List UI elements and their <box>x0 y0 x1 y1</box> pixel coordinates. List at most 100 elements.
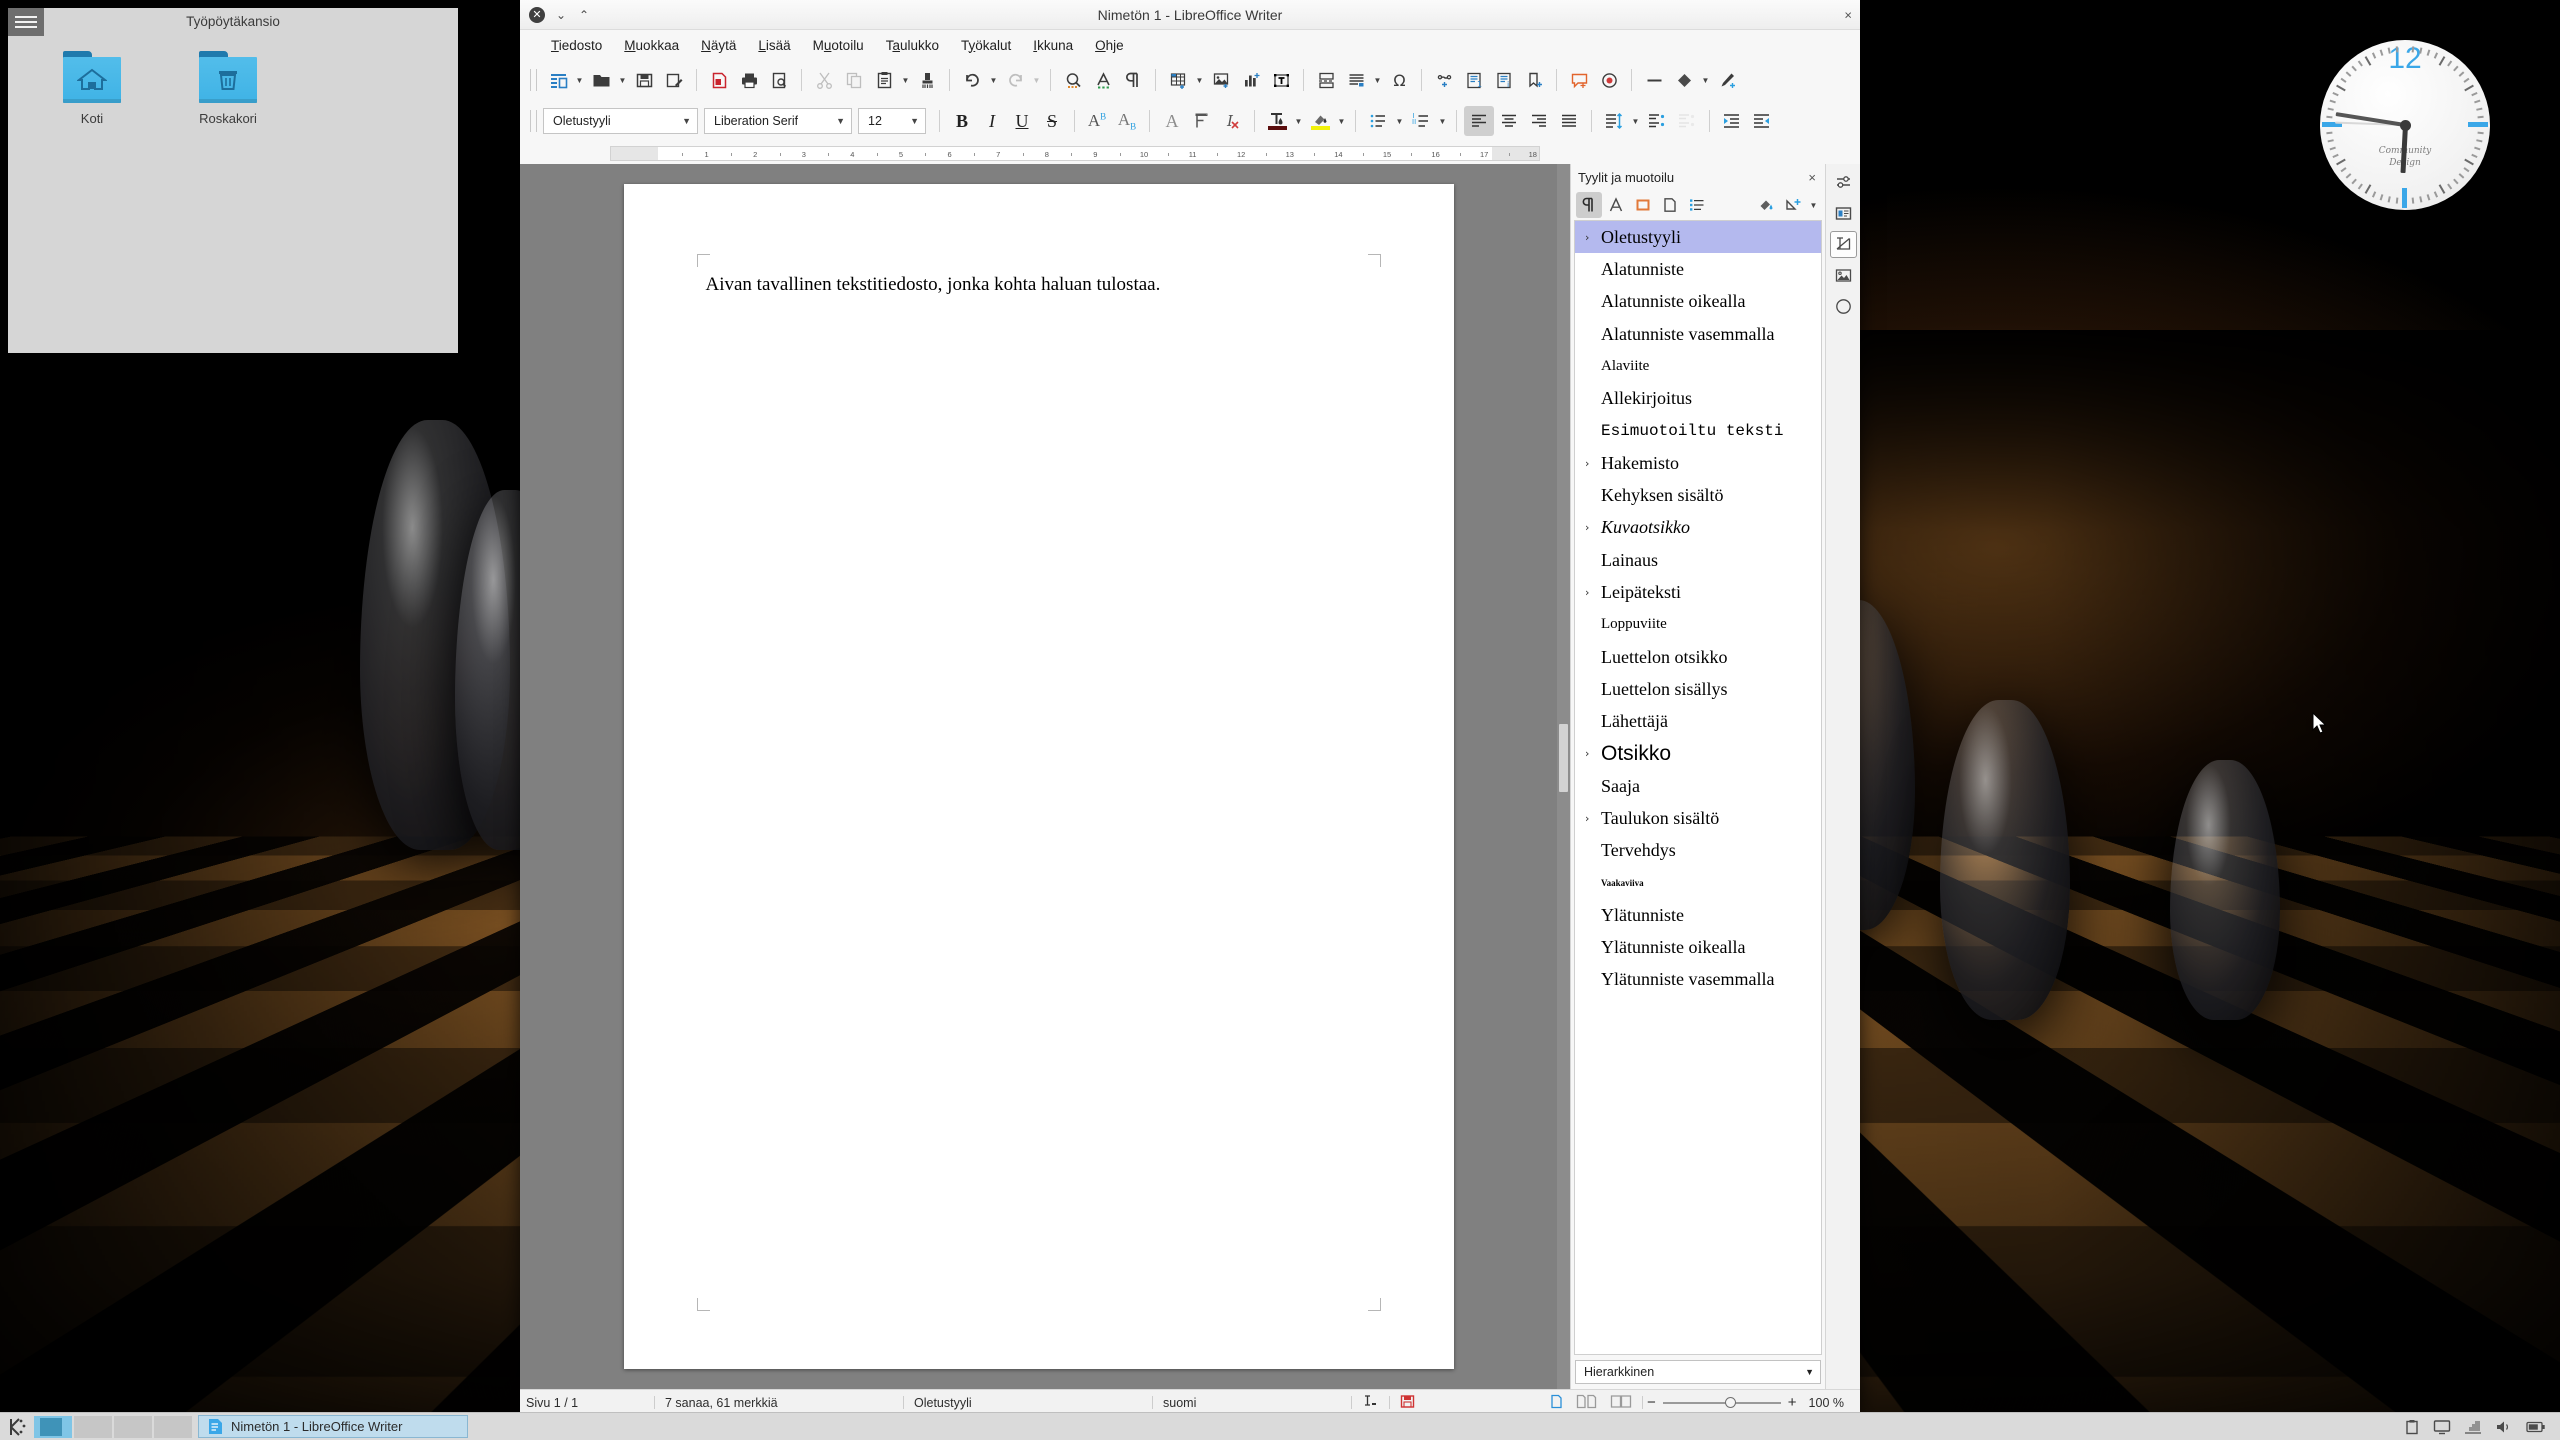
align-center-icon[interactable] <box>1494 106 1524 136</box>
chevron-down-icon[interactable]: ▼ <box>1805 1367 1814 1377</box>
line-spacing-dropdown-icon[interactable]: ▼ <box>1629 106 1642 136</box>
insert-field-icon[interactable] <box>1341 65 1371 95</box>
style-list-item[interactable]: › Hakemisto <box>1575 447 1821 479</box>
ordered-list-dropdown-icon[interactable]: ▼ <box>1436 106 1449 136</box>
kde-menu-icon[interactable] <box>0 1417 34 1437</box>
style-list-item[interactable]: ›Lähettäjä <box>1575 705 1821 737</box>
highlighting-color-icon[interactable] <box>1305 106 1335 136</box>
menu-item-tiedosto[interactable]: Tiedosto <box>540 34 613 57</box>
titlebar-close-x-icon[interactable]: × <box>1844 7 1852 22</box>
styles-sidebar-panel[interactable]: Tyylit ja muotoilu × ▼ › Oletustyyli Ala… <box>1570 164 1825 1389</box>
navigator-icon[interactable] <box>1830 293 1857 320</box>
virtual-desktop-2[interactable] <box>74 1415 112 1438</box>
bold-icon[interactable]: B <box>947 106 977 136</box>
style-list-item[interactable]: › Otsikko <box>1575 738 1821 770</box>
track-changes-icon[interactable] <box>1594 65 1624 95</box>
style-list-item[interactable]: › Oletustyyli <box>1575 221 1821 254</box>
clone-formatting-icon[interactable] <box>912 65 942 95</box>
align-right-icon[interactable] <box>1524 106 1554 136</box>
paragraph-styles-icon[interactable] <box>1576 192 1602 218</box>
desktop-icon-trash[interactable]: Roskakori <box>182 51 274 126</box>
chevron-right-icon[interactable]: › <box>1585 521 1598 534</box>
increase-paragraph-spacing-icon[interactable] <box>1642 106 1672 136</box>
spelling-icon[interactable] <box>1088 65 1118 95</box>
subscript-icon[interactable]: AB <box>1112 106 1142 136</box>
system-tray[interactable] <box>2404 1419 2560 1435</box>
volume-icon[interactable] <box>2495 1419 2513 1435</box>
open-file-icon[interactable] <box>586 65 616 95</box>
superscript-icon[interactable]: AB <box>1082 106 1112 136</box>
insert-text-box-icon[interactable] <box>1266 65 1296 95</box>
gallery-icon[interactable] <box>1830 262 1857 289</box>
zoom-out-button[interactable]: − <box>1647 1394 1656 1411</box>
text-selection-mode-icon[interactable] <box>1356 1394 1385 1411</box>
chevron-down-icon[interactable]: ▼ <box>675 116 691 126</box>
style-list-item[interactable]: ›Luettelon otsikko <box>1575 641 1821 673</box>
chevron-right-icon[interactable]: › <box>1585 812 1598 825</box>
taskbar[interactable]: Nimetön 1 - LibreOffice Writer <box>0 1412 2560 1440</box>
page-styles-icon[interactable] <box>1657 192 1683 218</box>
chevron-down-icon[interactable]: ▼ <box>829 116 845 126</box>
style-list-item[interactable]: ›Ylätunniste vasemmalla <box>1575 964 1821 996</box>
chevron-right-icon[interactable]: › <box>1585 747 1598 760</box>
document-page[interactable]: Aivan tavallinen tekstitiedosto, jonka k… <box>623 184 1454 1369</box>
insert-endnote-icon[interactable]: i <box>1489 65 1519 95</box>
style-list-item[interactable]: ›Allekirjoitus <box>1575 382 1821 414</box>
print-preview-icon[interactable] <box>764 65 794 95</box>
zoom-slider[interactable]: − + <box>1647 1394 1797 1411</box>
basic-shapes-icon[interactable] <box>1669 65 1699 95</box>
style-list-item[interactable]: ›Alatunniste oikealla <box>1575 286 1821 318</box>
horizontal-ruler[interactable]: 1 2 3 4 5 6 7 8 9 10 11 12 13 14 15 16 17 18 <box>610 145 1540 161</box>
insert-table-icon[interactable] <box>1163 65 1193 95</box>
chevron-right-icon[interactable]: › <box>1585 457 1598 470</box>
style-list-item[interactable]: ›Lainaus <box>1575 544 1821 576</box>
export-pdf-icon[interactable] <box>704 65 734 95</box>
desktop-icon-home[interactable]: Koti <box>46 51 138 126</box>
status-page-style[interactable]: Oletustyyli <box>908 1396 1148 1410</box>
paste-icon[interactable] <box>869 65 899 95</box>
libreoffice-writer-window[interactable]: ✕ ⌄ ⌃ Nimetön 1 - LibreOffice Writer × T… <box>520 0 1860 1415</box>
menubar[interactable]: Tiedosto Muokkaa Näytä Lisää Muotoilu Taulukk… <box>520 30 1860 60</box>
styles-icon[interactable] <box>1829 231 1857 258</box>
formatting-marks-icon[interactable] <box>1118 65 1148 95</box>
insert-page-break-icon[interactable] <box>1311 65 1341 95</box>
menu-item-muotoilu[interactable]: Muotoilu <box>802 34 875 57</box>
style-list-item[interactable]: ›Ylätunniste <box>1575 899 1821 931</box>
style-list-item[interactable]: ›Saaja <box>1575 770 1821 802</box>
style-list-item[interactable]: › Taulukon sisältö <box>1575 802 1821 834</box>
insert-hyperlink-icon[interactable] <box>1429 65 1459 95</box>
style-list-item[interactable]: ›Alatunniste <box>1575 253 1821 285</box>
toolbar-grip[interactable] <box>530 69 537 91</box>
chevron-down-icon[interactable]: ▼ <box>903 116 919 126</box>
paragraph-style-combo[interactable]: Oletustyyli ▼ <box>543 108 698 134</box>
new-document-dropdown-icon[interactable]: ▼ <box>573 65 586 95</box>
insert-footnote-icon[interactable]: 1 <box>1459 65 1489 95</box>
zoom-level-label[interactable]: 100 % <box>1797 1396 1860 1410</box>
zoom-in-button[interactable]: + <box>1788 1394 1797 1411</box>
styles-panel-toolbar[interactable]: ▼ <box>1571 190 1825 220</box>
desktop-clock-widget[interactable]: 12 Community Design <box>2320 40 2490 210</box>
new-document-icon[interactable] <box>543 65 573 95</box>
desktop-folder-widget[interactable]: Työpöytäkansio Koti Roskakori <box>8 8 458 353</box>
network-icon[interactable] <box>2464 1419 2482 1435</box>
justified-icon[interactable] <box>1554 106 1584 136</box>
unsaved-changes-icon[interactable] <box>1394 1394 1421 1412</box>
sidebar-tab-rail[interactable] <box>1825 164 1860 1389</box>
undo-icon[interactable] <box>957 65 987 95</box>
document-scroll-area[interactable]: Aivan tavallinen tekstitiedosto, jonka k… <box>520 164 1557 1389</box>
list-styles-icon[interactable] <box>1684 192 1710 218</box>
print-icon[interactable] <box>734 65 764 95</box>
style-list-item[interactable]: ›Vaakaviiva <box>1575 867 1821 899</box>
folder-widget-handle[interactable] <box>8 8 44 36</box>
unordered-list-dropdown-icon[interactable]: ▼ <box>1393 106 1406 136</box>
strikethrough-icon[interactable]: S <box>1037 106 1067 136</box>
paste-dropdown-icon[interactable]: ▼ <box>899 65 912 95</box>
clear-direct-formatting-icon[interactable]: I <box>1217 106 1247 136</box>
virtual-desktop-pager[interactable] <box>34 1415 192 1438</box>
unordered-list-icon[interactable] <box>1363 106 1393 136</box>
document-workspace[interactable]: Aivan tavallinen tekstitiedosto, jonka k… <box>520 164 1860 1389</box>
menu-item-muokkaa[interactable]: Muokkaa <box>613 34 690 57</box>
multi-page-view-icon[interactable] <box>1570 1394 1604 1412</box>
increase-indent-icon[interactable] <box>1717 106 1747 136</box>
save-as-icon[interactable] <box>659 65 689 95</box>
